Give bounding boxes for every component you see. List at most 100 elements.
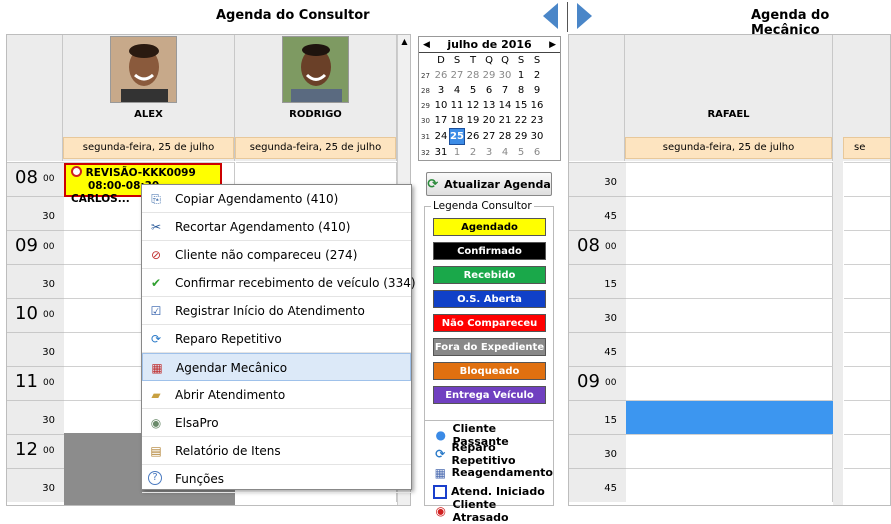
legend-status: Recebido xyxy=(433,266,546,284)
minute-label: 00 xyxy=(43,446,55,456)
calendar-day[interactable]: 5 xyxy=(513,145,529,160)
calendar-day[interactable]: 29 xyxy=(513,129,529,144)
weekday-label: S xyxy=(517,55,525,66)
calendar-day[interactable]: 20 xyxy=(481,113,497,128)
calendar-day[interactable]: 28 xyxy=(497,129,513,144)
calendar-day[interactable]: 1 xyxy=(449,145,465,160)
calendar-day[interactable]: 23 xyxy=(529,113,545,128)
time-slot[interactable] xyxy=(844,162,890,196)
calendar-day[interactable]: 27 xyxy=(449,68,465,83)
time-slot[interactable] xyxy=(844,468,890,502)
next-month-icon[interactable]: ▶ xyxy=(549,40,556,50)
menu-item[interactable]: ▤ Relatório de Itens xyxy=(142,437,411,465)
calendar-day[interactable]: 2 xyxy=(465,145,481,160)
menu-item-label: Abrir Atendimento xyxy=(175,388,286,402)
weekday-label: T xyxy=(469,55,477,66)
calendar-day[interactable]: 10 xyxy=(433,98,449,113)
time-slot[interactable] xyxy=(626,230,833,264)
time-slot[interactable] xyxy=(844,366,890,400)
time-label: 08 00 xyxy=(569,230,629,264)
menu-item[interactable]: ⟳ Reparo Repetitivo xyxy=(142,325,411,353)
weekday-header: DSTQQSS xyxy=(421,53,560,68)
calendar-day[interactable]: 4 xyxy=(497,145,513,160)
calendar-day-selected[interactable]: 25 xyxy=(449,128,465,145)
mechanic-slot-selected[interactable] xyxy=(626,401,833,434)
scroll-up-icon[interactable]: ▲ xyxy=(398,35,410,49)
time-slot[interactable] xyxy=(626,434,833,468)
calendar-day[interactable]: 31 xyxy=(433,145,449,160)
calendar-day[interactable]: 9 xyxy=(529,83,545,98)
calendar-day[interactable]: 5 xyxy=(465,83,481,98)
calendar-day[interactable]: 7 xyxy=(497,83,513,98)
copy-icon: ⎘ xyxy=(151,192,161,206)
time-slot[interactable] xyxy=(626,468,833,502)
menu-item[interactable]: ▦ Agendar Mecânico xyxy=(142,353,411,381)
minute-label: 15 xyxy=(604,279,617,290)
time-slot[interactable] xyxy=(844,332,890,366)
calendar-day[interactable]: 19 xyxy=(465,113,481,128)
update-agenda-button[interactable]: ⟳ Atualizar Agenda xyxy=(426,172,552,196)
calendar-day[interactable]: 6 xyxy=(481,83,497,98)
time-slot[interactable] xyxy=(626,196,833,230)
calendar-week: 29 10 11 12 13 14 15 16 xyxy=(421,98,560,113)
calendar-day[interactable]: 30 xyxy=(529,129,545,144)
help-icon: ? xyxy=(148,471,162,485)
hour-label: 08 xyxy=(577,235,600,256)
time-slot[interactable] xyxy=(844,230,890,264)
calendar-day[interactable]: 29 xyxy=(481,68,497,83)
time-slot[interactable] xyxy=(844,298,890,332)
date-header: se xyxy=(843,137,890,159)
calendar-day[interactable]: 27 xyxy=(481,129,497,144)
time-slot[interactable] xyxy=(626,366,833,400)
time-slot[interactable] xyxy=(844,196,890,230)
time-slot[interactable] xyxy=(844,400,890,434)
menu-item[interactable]: ▰ Abrir Atendimento xyxy=(142,381,411,409)
calendar-day[interactable]: 17 xyxy=(433,113,449,128)
menu-item-label: Confirmar recebimento de veículo (334) xyxy=(175,276,416,290)
calendar-day[interactable]: 26 xyxy=(433,68,449,83)
menu-item[interactable]: ✔ Confirmar recebimento de veículo (334) xyxy=(142,269,416,297)
week-number: 31 xyxy=(421,133,430,141)
calendar-day[interactable]: 30 xyxy=(497,68,513,83)
menu-item[interactable]: ☑ Registrar Início do Atendimento xyxy=(142,297,411,325)
time-label: 10 00 xyxy=(7,298,67,332)
calendar-day[interactable]: 24 xyxy=(433,129,449,144)
next-arrow-icon[interactable] xyxy=(577,3,592,29)
time-slot[interactable] xyxy=(626,298,833,332)
time-slot[interactable] xyxy=(626,162,833,196)
minute-label: 00 xyxy=(43,310,55,320)
calendar-day[interactable]: 4 xyxy=(449,83,465,98)
time-slot[interactable] xyxy=(626,264,833,298)
time-slot[interactable] xyxy=(844,264,890,298)
calendar-day[interactable]: 21 xyxy=(497,113,513,128)
calendar-day[interactable]: 11 xyxy=(449,98,465,113)
menu-item[interactable]: ✂ Recortar Agendamento (410) xyxy=(142,213,411,241)
time-slot[interactable] xyxy=(844,434,890,468)
calendar-day[interactable]: 3 xyxy=(481,145,497,160)
time-slot[interactable] xyxy=(626,332,833,366)
calendar-day[interactable]: 16 xyxy=(529,98,545,113)
menu-item-label: Cliente não compareceu (274) xyxy=(175,248,358,262)
menu-item[interactable]: ? Funções xyxy=(142,465,411,493)
prev-month-icon[interactable]: ◀ xyxy=(423,40,430,50)
menu-item-label: Funções xyxy=(175,472,225,486)
time-label: 15 xyxy=(569,264,629,298)
calendar-day[interactable]: 8 xyxy=(513,83,529,98)
menu-item[interactable]: ⊘ Cliente não compareceu (274) xyxy=(142,241,411,269)
calendar-day[interactable]: 12 xyxy=(465,98,481,113)
calendar-day[interactable]: 14 xyxy=(497,98,513,113)
menu-item[interactable]: ◉ ElsaPro xyxy=(142,409,411,437)
calendar-day[interactable]: 15 xyxy=(513,98,529,113)
calendar-day[interactable]: 6 xyxy=(529,145,545,160)
previous-arrow-icon[interactable] xyxy=(543,3,558,29)
calendar-day[interactable]: 1 xyxy=(513,68,529,83)
calendar-day[interactable]: 3 xyxy=(433,83,449,98)
calendar-day[interactable]: 28 xyxy=(465,68,481,83)
calendar-day[interactable]: 13 xyxy=(481,98,497,113)
calendar-day[interactable]: 2 xyxy=(529,68,545,83)
calendar-day[interactable]: 22 xyxy=(513,113,529,128)
time-label: 30 xyxy=(7,468,67,502)
calendar-day[interactable]: 26 xyxy=(465,129,481,144)
calendar-day[interactable]: 18 xyxy=(449,113,465,128)
menu-item[interactable]: ⎘ Copiar Agendamento (410) xyxy=(142,185,411,213)
